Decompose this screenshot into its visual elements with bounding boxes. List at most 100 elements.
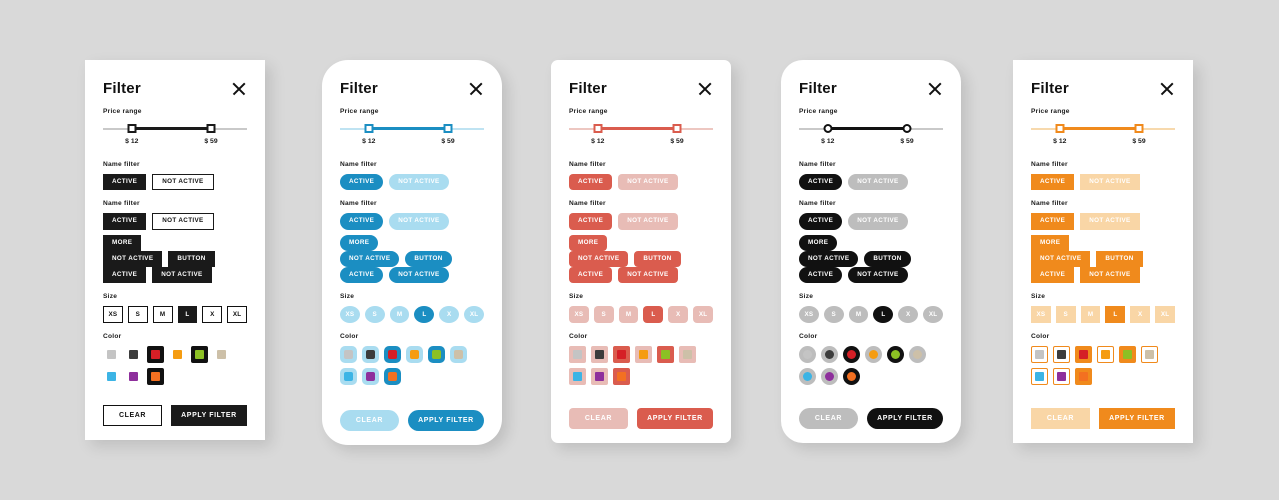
chip-not-active[interactable]: NOT ACTIVE	[618, 267, 678, 284]
size-option-xs[interactable]: XS	[340, 306, 360, 324]
slider-handle-min[interactable]	[1055, 124, 1065, 133]
color-swatch-light-gray[interactable]	[799, 346, 816, 364]
clear-button[interactable]: CLEAR	[799, 408, 858, 429]
color-swatch-sky-blue[interactable]	[340, 368, 357, 386]
chip-not-active[interactable]: NOT ACTIVE	[152, 174, 214, 191]
color-swatch-sky-blue[interactable]	[103, 368, 120, 386]
color-swatch-purple[interactable]	[362, 368, 379, 386]
color-swatch-light-gray[interactable]	[340, 346, 357, 364]
size-option-xs[interactable]: XS	[103, 306, 123, 324]
size-option-s[interactable]: S	[127, 306, 148, 324]
chip-not-active[interactable]: NOT ACTIVE	[799, 250, 859, 268]
color-swatch-orange[interactable]	[865, 346, 882, 364]
color-swatch-purple[interactable]	[591, 368, 608, 386]
size-option-xl[interactable]: XL	[464, 306, 484, 324]
color-swatch-sky-blue[interactable]	[569, 368, 586, 386]
price-range-slider[interactable]	[340, 121, 484, 137]
chip-active[interactable]: ACTIVE	[1031, 174, 1075, 191]
chip-active[interactable]: ACTIVE	[103, 213, 147, 230]
chip-not-active[interactable]: NOT ACTIVE	[1080, 174, 1140, 191]
chip-not-active[interactable]: NOT ACTIVE	[1080, 213, 1140, 230]
clear-button[interactable]: CLEAR	[1031, 408, 1090, 429]
close-icon[interactable]	[1159, 81, 1175, 97]
chip-active[interactable]: ACTIVE	[103, 267, 147, 284]
slider-handle-max[interactable]	[672, 124, 682, 133]
close-icon[interactable]	[231, 81, 247, 97]
color-swatch-dark-gray[interactable]	[125, 346, 142, 364]
chip-not-active[interactable]: NOT ACTIVE	[389, 174, 449, 191]
chip-not-active[interactable]: NOT ACTIVE	[569, 250, 629, 268]
chip-active[interactable]: ACTIVE	[569, 267, 613, 284]
chip-more[interactable]: MORE	[103, 234, 142, 251]
color-swatch-green[interactable]	[657, 346, 674, 364]
chip-more[interactable]: MORE	[1031, 234, 1070, 251]
chip-not-active[interactable]: NOT ACTIVE	[618, 213, 678, 230]
size-option-xl[interactable]: XL	[923, 306, 943, 324]
color-swatch-red[interactable]	[384, 346, 401, 364]
chip-not-active[interactable]: NOT ACTIVE	[340, 250, 400, 268]
color-swatch-light-gray[interactable]	[103, 346, 120, 364]
chip-not-active[interactable]: NOT ACTIVE	[152, 213, 214, 230]
color-swatch-dark-gray[interactable]	[1053, 346, 1070, 364]
size-option-s[interactable]: S	[1055, 306, 1076, 324]
slider-handle-max[interactable]	[206, 124, 216, 133]
chip-not-active[interactable]: NOT ACTIVE	[389, 267, 449, 284]
color-swatch-orange[interactable]	[1097, 346, 1114, 364]
size-option-m[interactable]: M	[1080, 306, 1101, 324]
slider-handle-min[interactable]	[593, 124, 603, 133]
color-swatch-deep-orange[interactable]	[613, 368, 630, 386]
size-option-xs[interactable]: XS	[569, 306, 589, 324]
size-option-x[interactable]: X	[1130, 306, 1151, 324]
color-swatch-purple[interactable]	[125, 368, 142, 386]
size-option-l[interactable]: L	[414, 306, 435, 324]
apply-filter-button[interactable]: APPLY FILTER	[866, 408, 943, 429]
chip-active[interactable]: ACTIVE	[799, 174, 843, 191]
color-swatch-red[interactable]	[1075, 346, 1092, 364]
chip-not-active[interactable]: NOT ACTIVE	[1080, 267, 1140, 284]
chip-button[interactable]: BUTTON	[168, 250, 215, 268]
size-option-xl[interactable]: XL	[693, 306, 713, 324]
chip-active[interactable]: ACTIVE	[340, 267, 384, 284]
color-swatch-tan[interactable]	[1141, 346, 1158, 364]
color-swatch-sky-blue[interactable]	[799, 368, 816, 386]
chip-active[interactable]: ACTIVE	[340, 174, 384, 191]
color-swatch-dark-gray[interactable]	[362, 346, 379, 364]
color-swatch-tan[interactable]	[450, 346, 467, 364]
color-swatch-deep-orange[interactable]	[384, 368, 401, 386]
size-option-x[interactable]: X	[439, 306, 460, 324]
color-swatch-green[interactable]	[887, 346, 904, 364]
chip-active[interactable]: ACTIVE	[1031, 213, 1075, 230]
close-icon[interactable]	[697, 81, 713, 97]
clear-button[interactable]: CLEAR	[569, 408, 628, 429]
color-swatch-tan[interactable]	[909, 346, 926, 364]
chip-not-active[interactable]: NOT ACTIVE	[389, 213, 449, 230]
chip-not-active[interactable]: NOT ACTIVE	[848, 174, 908, 191]
chip-active[interactable]: ACTIVE	[103, 174, 147, 191]
size-option-s[interactable]: S	[823, 306, 844, 324]
apply-filter-button[interactable]: APPLY FILTER	[171, 405, 247, 426]
color-swatch-orange[interactable]	[635, 346, 652, 364]
chip-active[interactable]: ACTIVE	[569, 213, 613, 230]
chip-not-active[interactable]: NOT ACTIVE	[848, 213, 908, 230]
apply-filter-button[interactable]: APPLY FILTER	[636, 408, 713, 429]
color-swatch-green[interactable]	[191, 346, 208, 364]
chip-not-active[interactable]: NOT ACTIVE	[152, 267, 212, 284]
chip-not-active[interactable]: NOT ACTIVE	[848, 267, 908, 284]
chip-active[interactable]: ACTIVE	[569, 174, 613, 191]
size-option-l[interactable]: L	[177, 306, 198, 324]
color-swatch-red[interactable]	[147, 346, 164, 364]
size-option-x[interactable]: X	[898, 306, 919, 324]
color-swatch-tan[interactable]	[679, 346, 696, 364]
color-swatch-deep-orange[interactable]	[1075, 368, 1092, 386]
slider-handle-min[interactable]	[364, 124, 374, 133]
color-swatch-dark-gray[interactable]	[821, 346, 838, 364]
color-swatch-dark-gray[interactable]	[591, 346, 608, 364]
price-range-slider[interactable]	[103, 121, 247, 137]
chip-more[interactable]: MORE	[569, 234, 608, 251]
size-option-xl[interactable]: XL	[227, 306, 248, 324]
size-option-xs[interactable]: XS	[799, 306, 819, 324]
size-option-x[interactable]: X	[202, 306, 223, 324]
size-option-xs[interactable]: XS	[1031, 306, 1051, 324]
chip-active[interactable]: ACTIVE	[799, 213, 843, 230]
apply-filter-button[interactable]: APPLY FILTER	[1098, 408, 1175, 429]
